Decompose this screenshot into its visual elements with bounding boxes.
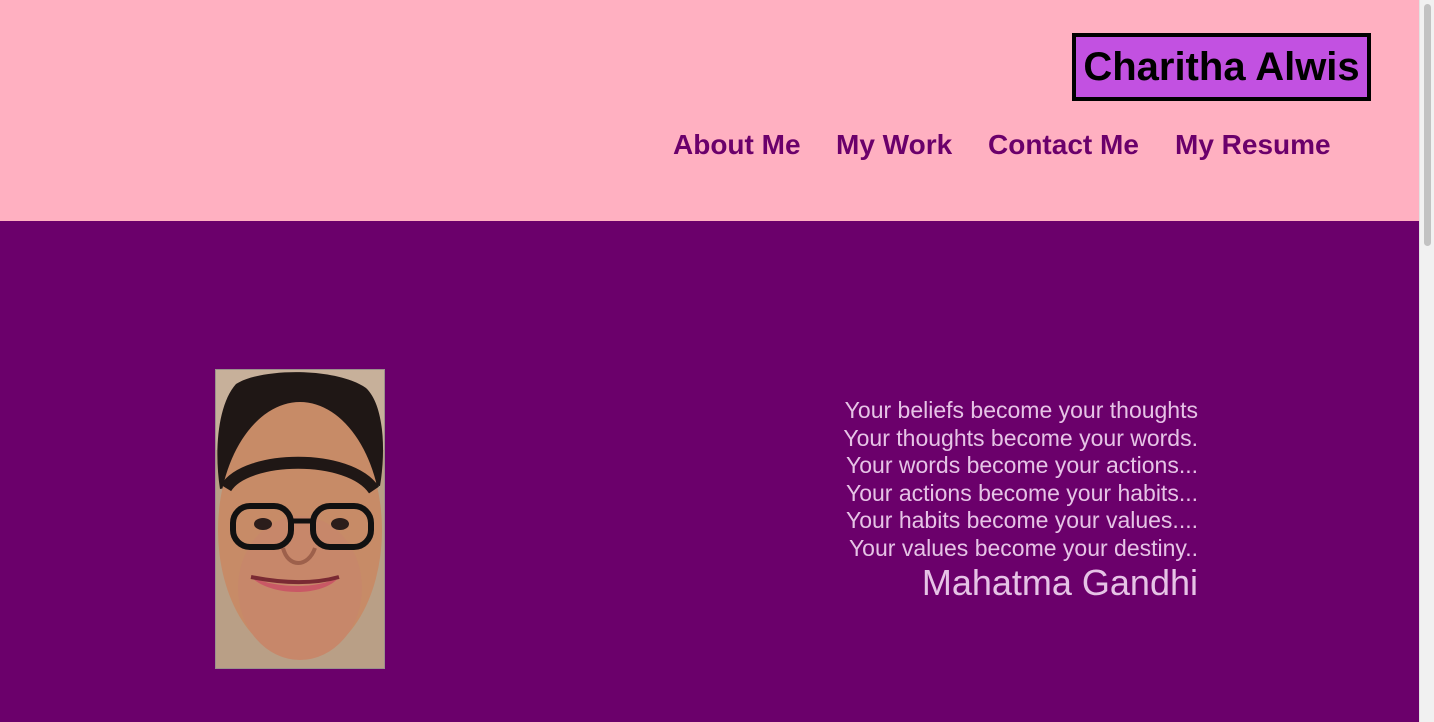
quote-line: Your beliefs become your thoughts xyxy=(844,397,1198,423)
quote-line: Your values become your destiny.. xyxy=(848,534,1198,561)
nav-my-resume-link[interactable]: My Resume xyxy=(1175,126,1331,164)
nav-contact-me-link[interactable]: Contact Me xyxy=(988,126,1139,164)
profile-photo xyxy=(215,369,385,669)
scrollbar-thumb[interactable] xyxy=(1424,4,1431,246)
quote-line: Your habits become your values.... xyxy=(845,507,1198,533)
site-header: Charitha Alwis About Me My Work Contact … xyxy=(0,0,1419,221)
portrait-illustration xyxy=(216,370,384,668)
vertical-scrollbar[interactable] xyxy=(1419,0,1434,722)
nav-my-work-link[interactable]: My Work xyxy=(836,126,952,164)
quote-author: Mahatma Gandhi xyxy=(921,562,1198,603)
site-title[interactable]: Charitha Alwis xyxy=(1072,33,1371,101)
quote-line: Your actions become your habits... xyxy=(845,479,1198,506)
quote-block: Your beliefs become your thoughts Your t… xyxy=(700,397,1198,604)
page: Charitha Alwis About Me My Work Contact … xyxy=(0,0,1434,722)
hero-section: Your beliefs become your thoughts Your t… xyxy=(0,221,1419,722)
quote-line: Your words become your actions... xyxy=(846,452,1198,478)
main-navigation: About Me My Work Contact Me My Resume xyxy=(0,126,1419,166)
nav-about-me-link[interactable]: About Me xyxy=(673,126,801,164)
quote-line: Your thoughts become your words. xyxy=(843,424,1198,451)
